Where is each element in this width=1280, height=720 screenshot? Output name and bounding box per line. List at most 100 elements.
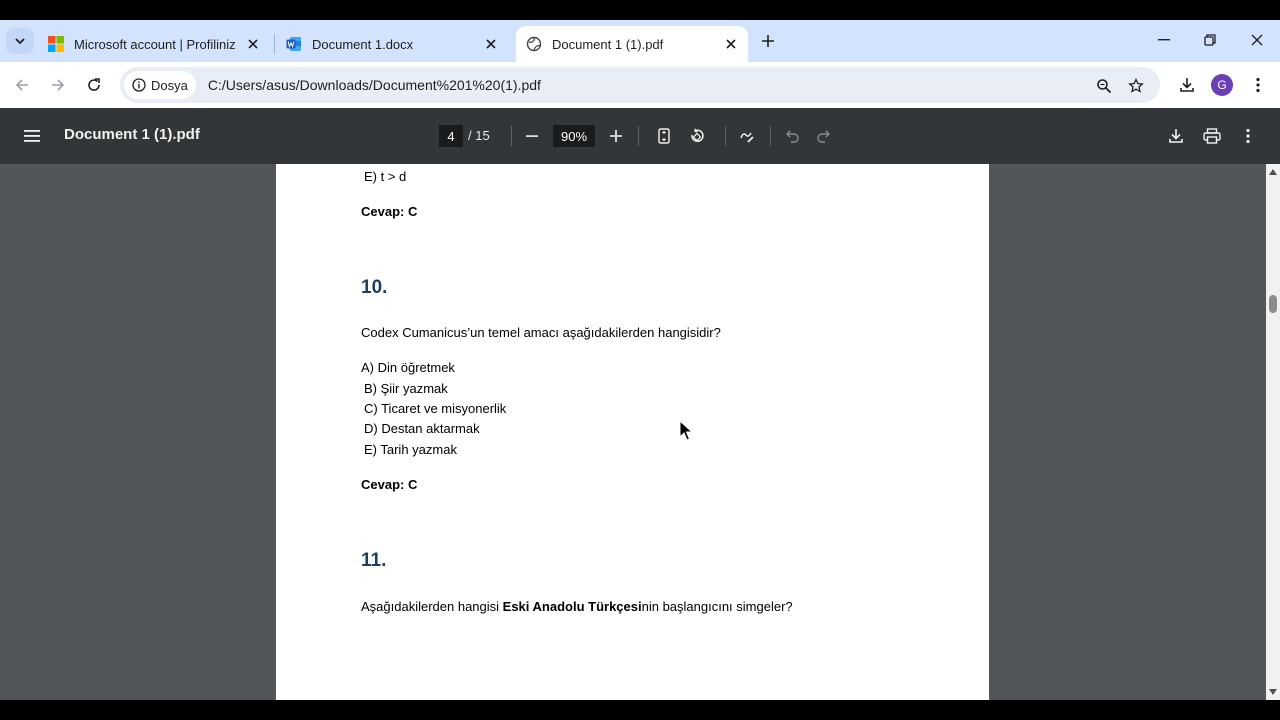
prev-option-e: E) t > d: [364, 169, 407, 184]
tab-separator: [274, 34, 275, 54]
forward-button[interactable]: [42, 69, 74, 101]
pdf-viewer[interactable]: E) t > d Cevap: C 10. Codex Cumanicus’un…: [0, 164, 1280, 700]
annotate-button[interactable]: [733, 122, 761, 150]
redo-icon: [817, 130, 830, 143]
word-icon: [286, 37, 301, 51]
close-icon: [726, 39, 736, 49]
microsoft-logo-icon: [48, 36, 64, 52]
zoom-level-input[interactable]: 90%: [553, 125, 595, 147]
rotate-icon: [691, 128, 704, 142]
address-bar[interactable]: Dosya C:/Users/asus/Downloads/Document%2…: [120, 67, 1160, 103]
window-close-button[interactable]: [1234, 26, 1280, 54]
downloads-button[interactable]: [1173, 71, 1201, 99]
tab-close-button[interactable]: [242, 33, 264, 55]
restore-button[interactable]: [1187, 26, 1233, 54]
question-11-text: Aşağıdakilerden hangisi Eski Anadolu Tür…: [361, 599, 793, 614]
pdf-download-button[interactable]: [1162, 122, 1190, 150]
arrow-right-icon: [52, 79, 65, 91]
new-tab-button[interactable]: [756, 29, 780, 53]
hamburger-icon: [24, 130, 40, 142]
question-10-text: Codex Cumanicus’un temel amacı aşağıdaki…: [361, 325, 721, 340]
close-icon: [1251, 34, 1263, 46]
close-icon: [486, 39, 496, 49]
tab-document-docx[interactable]: Document 1.docx: [276, 26, 508, 62]
download-icon: [1169, 129, 1183, 143]
scroll-up-arrow[interactable]: [1268, 167, 1278, 177]
chevron-down-icon: [15, 38, 25, 45]
arrow-left-icon: [15, 79, 28, 91]
bottom-black-bar: [0, 700, 1280, 720]
undo-button[interactable]: [778, 122, 806, 150]
bookmark-button[interactable]: [1124, 74, 1148, 98]
minus-icon: [526, 135, 538, 137]
question-11-number: 11.: [361, 550, 387, 571]
question-11-bold: Eski Anadolu Türkçesi: [502, 599, 642, 614]
scrollbar-thumb[interactable]: [1269, 295, 1277, 313]
tab-close-button[interactable]: [480, 33, 502, 55]
plus-icon: [610, 130, 622, 142]
top-black-bar: [0, 0, 1280, 20]
fit-to-page-icon: [658, 128, 670, 144]
tab-strip: Microsoft account | Profiliniz Document …: [0, 0, 1280, 62]
tab-close-button[interactable]: [720, 33, 742, 55]
page-number-input[interactable]: 4: [439, 125, 463, 147]
plus-icon: [762, 35, 774, 47]
redo-button[interactable]: [810, 122, 838, 150]
close-icon: [248, 39, 258, 49]
browser-menu-button[interactable]: [1244, 71, 1272, 99]
info-icon: [132, 78, 146, 92]
zoom-in-button[interactable]: [602, 122, 630, 150]
viewer-scrollbar[interactable]: [1266, 164, 1280, 700]
question-10-option-e: E) Tarih yazmak: [364, 442, 457, 457]
zoom-search-icon: [1097, 79, 1112, 94]
scroll-down-arrow[interactable]: [1268, 687, 1278, 697]
tab-microsoft-account[interactable]: Microsoft account | Profiliniz: [38, 26, 270, 62]
prev-answer: Cevap: C: [361, 204, 418, 219]
question-10-option-b: B) Şiir yazmak: [364, 381, 448, 396]
more-vert-icon: [1256, 77, 1260, 93]
browser-toolbar: Dosya C:/Users/asus/Downloads/Document%2…: [0, 62, 1280, 108]
minimize-button[interactable]: [1141, 26, 1187, 54]
tab-search-button[interactable]: [6, 28, 34, 54]
toolbar-divider: [725, 126, 726, 146]
triangle-up-icon: [1269, 169, 1277, 175]
page-total: / 15: [468, 128, 490, 143]
sidebar-menu-button[interactable]: [18, 122, 46, 150]
question-10-number: 10.: [361, 277, 388, 298]
fit-page-button[interactable]: [650, 122, 678, 150]
tab-document-pdf[interactable]: Document 1 (1).pdf: [516, 26, 748, 62]
question-10-option-a: A) Din öğretmek: [361, 360, 455, 375]
globe-icon: [526, 36, 542, 52]
rotate-button[interactable]: [683, 122, 711, 150]
draw-icon: [740, 132, 754, 143]
download-icon: [1180, 78, 1194, 92]
reload-icon: [88, 78, 100, 91]
back-button[interactable]: [6, 69, 38, 101]
pdf-document-title: Document 1 (1).pdf: [64, 126, 200, 143]
site-chip-label: Dosya: [151, 77, 188, 93]
pdf-page: E) t > d Cevap: C 10. Codex Cumanicus’un…: [276, 164, 989, 700]
pdf-toolbar: Document 1 (1).pdf 4 / 15 90%: [0, 108, 1280, 164]
profile-button[interactable]: G: [1208, 71, 1236, 99]
tab-title: Microsoft account | Profiliniz: [74, 36, 236, 52]
zoom-out-button[interactable]: [518, 122, 546, 150]
star-icon: [1128, 78, 1144, 93]
print-button[interactable]: [1198, 122, 1226, 150]
question-10-option-d: D) Destan aktarmak: [364, 421, 480, 436]
print-icon: [1203, 128, 1221, 144]
toolbar-divider: [511, 126, 512, 146]
tab-title: Document 1.docx: [312, 36, 414, 52]
restore-icon: [1204, 34, 1216, 46]
more-vert-icon: [1246, 128, 1250, 144]
question-10-option-c: C) Ticaret ve misyonerlik: [364, 401, 507, 416]
pdf-more-button[interactable]: [1234, 122, 1262, 150]
triangle-down-icon: [1269, 689, 1277, 695]
zoom-lens-button[interactable]: [1092, 74, 1116, 98]
minimize-icon: [1158, 39, 1170, 41]
question-10-answer: Cevap: C: [361, 477, 418, 492]
site-info-chip[interactable]: Dosya: [124, 71, 196, 99]
question-11-prefix: Aşağıdakilerden hangisi: [361, 599, 503, 614]
reload-button[interactable]: [78, 69, 110, 101]
toolbar-divider: [638, 126, 639, 146]
url-text[interactable]: C:/Users/asus/Downloads/Document%201%20(…: [208, 77, 541, 93]
